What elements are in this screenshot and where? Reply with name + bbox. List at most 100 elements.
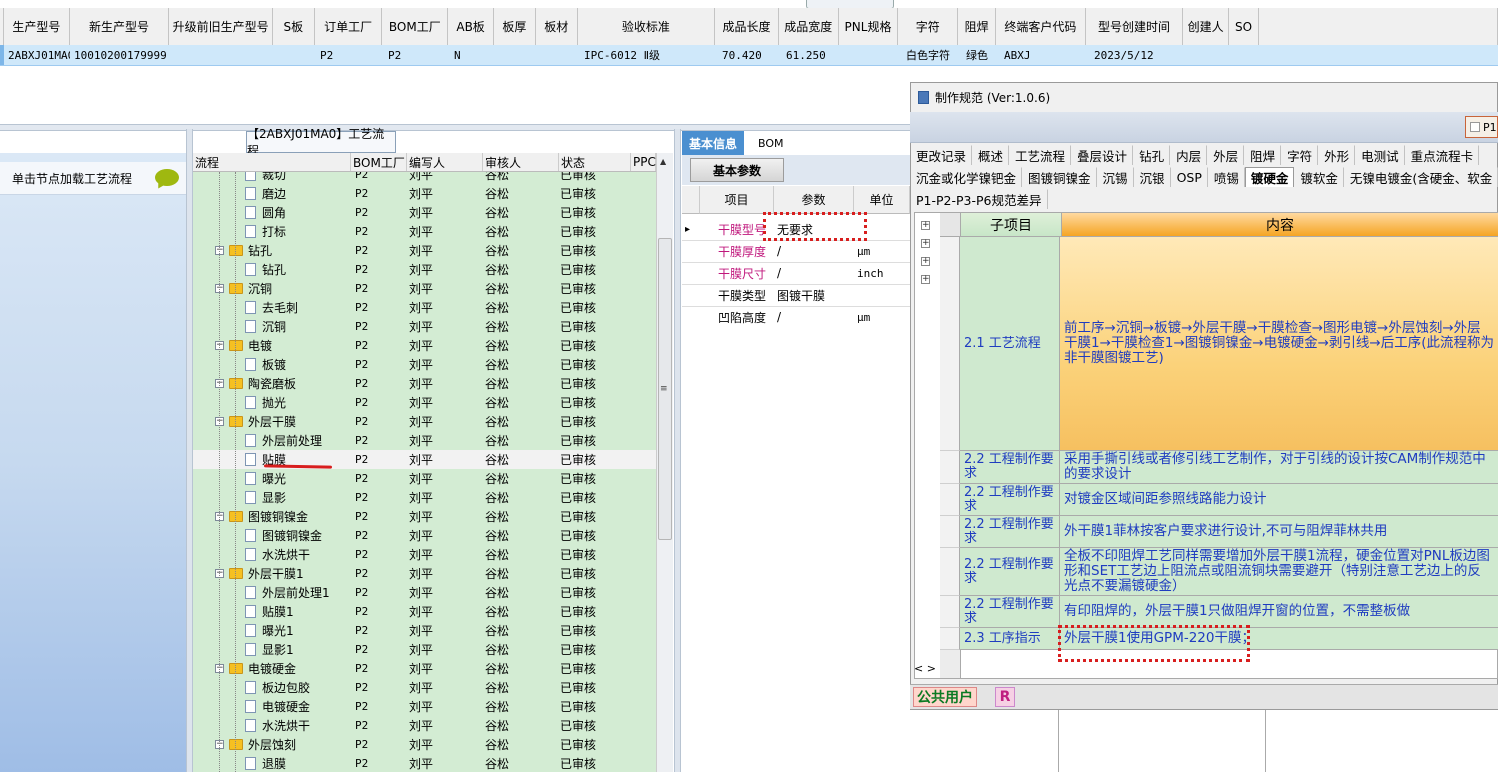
tree-row[interactable]: 钻孔 P2 刘平 谷松 已审核	[193, 260, 656, 279]
tree-row[interactable]: 贴膜 P2 刘平 谷松 已审核	[193, 450, 656, 469]
spec-tab[interactable]: P1-P2-P3-P6规范差异	[910, 189, 1048, 209]
tree-node[interactable]: 磨边	[245, 185, 286, 202]
tree-row[interactable]: − 沉铜 P2 刘平 谷松 已审核	[193, 279, 656, 298]
tree-row[interactable]: 板镀 P2 刘平 谷松 已审核	[193, 355, 656, 374]
spec-tab[interactable]: 镀软金	[1294, 167, 1344, 187]
order-grid-col-header[interactable]: 阻焊	[958, 8, 996, 45]
tree-node[interactable]: 外层前处理1	[245, 584, 330, 601]
order-grid-col-header[interactable]: 成品长度	[715, 8, 779, 45]
tree-row[interactable]: 图镀铜镍金 P2 刘平 谷松 已审核	[193, 526, 656, 545]
tree-node[interactable]: 抛光	[245, 394, 286, 411]
params-row[interactable]: 干膜厚度 / μm	[682, 240, 910, 263]
spec-tab[interactable]: OSP	[1171, 167, 1208, 187]
spec-tab[interactable]: 重点流程卡	[1405, 145, 1480, 165]
tree-node[interactable]: 电镀硬金	[245, 698, 310, 715]
params-col-header[interactable]: 参数	[774, 186, 854, 214]
tree-node[interactable]: 圆角	[245, 204, 286, 221]
spec-tab[interactable]: 外形	[1318, 145, 1356, 165]
tree-row[interactable]: 裁切 P2 刘平 谷松 已审核	[193, 172, 656, 184]
order-grid-col-header[interactable]: 字符	[898, 8, 959, 45]
vertical-splitter-left[interactable]	[186, 129, 193, 772]
order-grid-row[interactable]: 2ABXJ01MA0 10010200179999 P2 P2 N IPC-6012 Ⅱ级…	[0, 45, 1498, 66]
tree-node[interactable]: 钻孔	[245, 261, 286, 278]
vertical-splitter-right[interactable]	[674, 129, 681, 772]
tree-node[interactable]: 板镀	[245, 356, 286, 373]
scroll-up-icon[interactable]: ▲	[660, 157, 666, 166]
tree-row[interactable]: − 图镀铜镍金 P2 刘平 谷松 已审核	[193, 507, 656, 526]
param-value[interactable]: /	[774, 306, 854, 328]
process-tree-col-header[interactable]: 审核人	[483, 153, 559, 171]
process-tree-col-header[interactable]: PPC	[631, 153, 656, 171]
params-row[interactable]: 干膜尺寸 / inch	[682, 262, 910, 285]
order-grid-col-header[interactable]: 成品宽度	[779, 8, 839, 45]
params-col-header[interactable]: 项目	[700, 186, 774, 214]
tree-node[interactable]: 去毛刺	[245, 299, 298, 316]
spec-window-titlebar[interactable]: 制作规范 (Ver:1.0.6)	[918, 88, 1050, 106]
order-grid-col-header[interactable]: AB板	[448, 8, 494, 45]
order-grid-col-header[interactable]: SO	[1229, 8, 1259, 45]
process-tree-col-header[interactable]: 流程	[193, 153, 351, 171]
tree-row[interactable]: 磨边 P2 刘平 谷松 已审核	[193, 184, 656, 203]
tab-bom[interactable]: BOM	[744, 131, 784, 155]
tree-node[interactable]: − 图镀铜镍金	[215, 508, 308, 525]
order-grid-col-header[interactable]: PNL规格	[839, 8, 899, 45]
tree-node[interactable]: 水洗烘干	[245, 546, 310, 563]
param-value[interactable]: /	[774, 262, 854, 284]
tree-row[interactable]: − 钻孔 P2 刘平 谷松 已审核	[193, 241, 656, 260]
tree-row[interactable]: − 电镀 P2 刘平 谷松 已审核	[193, 336, 656, 355]
order-grid-col-header[interactable]: 型号创建时间	[1086, 8, 1184, 45]
order-grid-col-header[interactable]: 新生产型号	[70, 8, 170, 45]
tree-row[interactable]: 圆角 P2 刘平 谷松 已审核	[193, 203, 656, 222]
tree-row[interactable]: − 陶瓷磨板 P2 刘平 谷松 已审核	[193, 374, 656, 393]
tree-node[interactable]: 曝光1	[245, 622, 294, 639]
tree-node[interactable]: 沉铜	[245, 318, 286, 335]
tab-basic-info[interactable]: 基本信息	[682, 131, 744, 155]
subtab-basic-params[interactable]: 基本参数	[690, 158, 784, 182]
tree-node[interactable]: − 外层蚀刻	[215, 736, 296, 753]
p1-toggle[interactable]: P1	[1465, 116, 1498, 138]
tree-node[interactable]: 显影1	[245, 641, 294, 658]
order-grid-col-header[interactable]: S板	[273, 8, 315, 45]
col-sub-item[interactable]: 子项目	[961, 213, 1062, 237]
tree-row[interactable]: − 外层蚀刻 P2 刘平 谷松 已审核	[193, 735, 656, 754]
tree-node[interactable]: − 外层干膜	[215, 413, 296, 430]
tree-row[interactable]: − 外层干膜1 P2 刘平 谷松 已审核	[193, 564, 656, 583]
process-tree-col-header[interactable]: 状态	[559, 153, 631, 171]
expand-icon[interactable]: +	[921, 221, 930, 230]
param-value[interactable]: 图镀干膜	[774, 284, 854, 306]
tree-node[interactable]: − 陶瓷磨板	[215, 375, 296, 392]
spec-tab[interactable]: 喷锡	[1208, 167, 1245, 187]
spec-tab[interactable]: 外层	[1207, 145, 1245, 165]
spec-row[interactable]: 2.2 工程制作要求 对镀金区域间距参照线路能力设计	[940, 484, 1498, 516]
spec-tab[interactable]: 沉金或化学镍钯金	[910, 167, 1023, 187]
tree-row[interactable]: 板边包胶 P2 刘平 谷松 已审核	[193, 678, 656, 697]
params-row[interactable]: 凹陷高度 / μm	[682, 306, 910, 329]
expand-icon[interactable]: +	[921, 275, 930, 284]
order-grid-col-header[interactable]: 升级前旧生产型号	[169, 8, 273, 45]
spec-tab[interactable]: 图镀铜镍金	[1022, 167, 1097, 187]
tree-row[interactable]: 外层前处理 P2 刘平 谷松 已审核	[193, 431, 656, 450]
spec-tab[interactable]: 沉银	[1134, 167, 1171, 187]
tree-node[interactable]: 曝光	[245, 470, 286, 487]
expand-icon[interactable]: +	[921, 239, 930, 248]
order-grid-col-header[interactable]: 订单工厂	[315, 8, 383, 45]
select-all-corner[interactable]	[940, 213, 961, 237]
tree-row[interactable]: 电镀硬金 P2 刘平 谷松 已审核	[193, 697, 656, 716]
spec-tab[interactable]: 字符	[1281, 145, 1319, 165]
order-grid-col-header[interactable]: 板厚	[494, 8, 536, 45]
order-grid-col-header[interactable]: 板材	[536, 8, 578, 45]
tree-node[interactable]: − 钻孔	[215, 242, 272, 259]
order-grid-col-header[interactable]: 验收标准	[578, 8, 716, 45]
tree-row[interactable]: 水洗烘干 P2 刘平 谷松 已审核	[193, 545, 656, 564]
tree-row[interactable]: 显影 P2 刘平 谷松 已审核	[193, 488, 656, 507]
spec-tab[interactable]: 工艺流程	[1009, 145, 1072, 165]
tree-node[interactable]: 图镀铜镍金	[245, 527, 322, 544]
tree-row[interactable]: 抛光 P2 刘平 谷松 已审核	[193, 393, 656, 412]
tree-row[interactable]: 曝光1 P2 刘平 谷松 已审核	[193, 621, 656, 640]
order-grid-col-header[interactable]: 生产型号	[4, 8, 70, 45]
tree-node[interactable]: − 外层干膜1	[215, 565, 304, 582]
expand-icon[interactable]: +	[921, 257, 930, 266]
process-tree-col-header[interactable]: 编写人	[407, 153, 483, 171]
tree-row[interactable]: − 外层干膜 P2 刘平 谷松 已审核	[193, 412, 656, 431]
process-tree-col-header[interactable]: BOM工厂	[351, 153, 407, 171]
